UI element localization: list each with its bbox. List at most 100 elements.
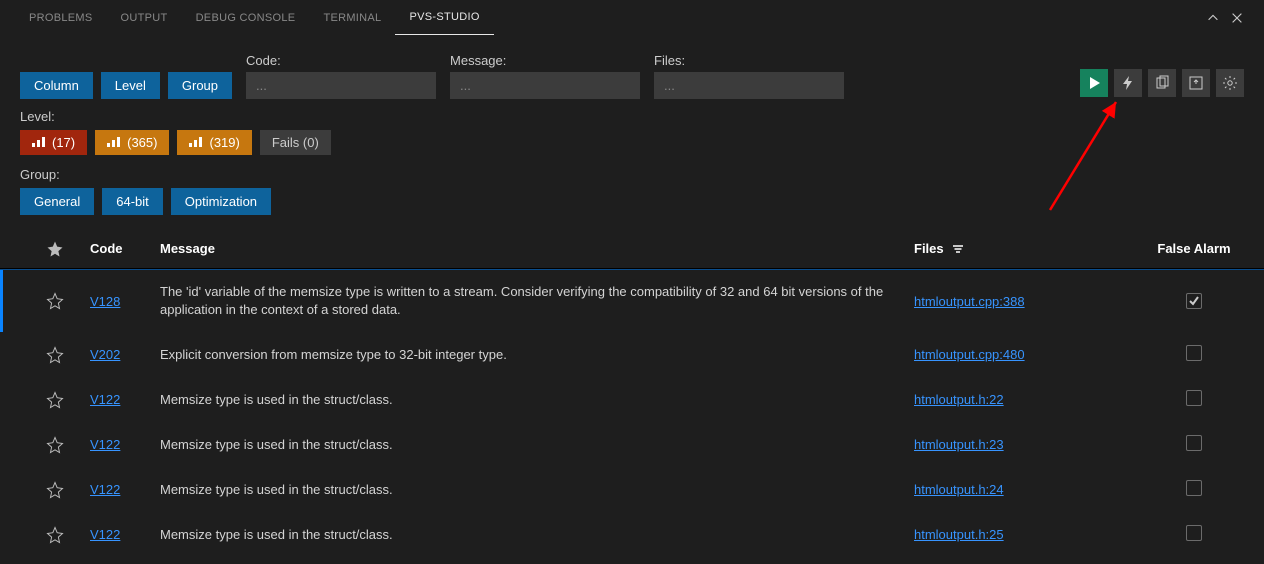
code-header[interactable]: Code	[90, 241, 160, 256]
file-link[interactable]: htmloutput.h:23	[914, 437, 1004, 452]
false-alarm-cell[interactable]	[1144, 435, 1244, 454]
false-alarm-cell[interactable]	[1144, 345, 1244, 364]
table-row[interactable]: V122 Memsize type is used in the struct/c…	[0, 512, 1264, 557]
table-row[interactable]: V128 The 'id' variable of the memsize typ…	[0, 270, 1264, 332]
files-input[interactable]	[654, 72, 844, 99]
fails-count: Fails (0)	[272, 135, 319, 150]
play-icon[interactable]	[1080, 69, 1108, 97]
false-alarm-cell[interactable]	[1144, 525, 1244, 544]
group-64bit-button[interactable]: 64-bit	[102, 188, 163, 215]
star-toggle[interactable]	[20, 481, 90, 499]
close-icon[interactable]	[1225, 6, 1249, 30]
copy-icon[interactable]	[1148, 69, 1176, 97]
file-cell: htmloutput.cpp:480	[914, 347, 1144, 362]
results-table: Code Message Files False Alarm V128 The '…	[0, 229, 1264, 564]
table-row[interactable]: V122 Memsize type is used in the struct/c…	[0, 377, 1264, 422]
star-toggle[interactable]	[20, 346, 90, 364]
file-cell: htmloutput.h:22	[914, 392, 1144, 407]
bars-icon	[32, 135, 46, 150]
tab-problems[interactable]: PROBLEMS	[15, 0, 107, 35]
star-toggle[interactable]	[20, 292, 90, 310]
level-1-chip[interactable]: (17)	[20, 130, 87, 155]
files-header[interactable]: Files	[914, 241, 1144, 256]
message-cell: The 'id' variable of the memsize type is…	[160, 283, 914, 319]
sort-desc-icon	[952, 244, 964, 254]
level-2-count: (365)	[127, 135, 157, 150]
message-input[interactable]	[450, 72, 640, 99]
filter-bar: Column Level Group Code: Message: Files:	[0, 35, 1264, 105]
chevron-up-icon[interactable]	[1201, 6, 1225, 30]
code-cell: V122	[90, 527, 160, 542]
group-section-label: Group:	[0, 163, 1264, 186]
code-link[interactable]: V122	[90, 437, 120, 452]
group-button[interactable]: Group	[168, 72, 232, 99]
level-2-chip[interactable]: (365)	[95, 130, 169, 155]
level-3-chip[interactable]: (319)	[177, 130, 251, 155]
file-cell: htmloutput.cpp:388	[914, 294, 1144, 309]
code-cell: V122	[90, 437, 160, 452]
file-link[interactable]: htmloutput.cpp:388	[914, 294, 1025, 309]
table-header: Code Message Files False Alarm	[0, 229, 1264, 269]
tab-debug-console[interactable]: DEBUG CONSOLE	[182, 0, 310, 35]
code-cell: V128	[90, 294, 160, 309]
bars-icon	[107, 135, 121, 150]
star-toggle[interactable]	[20, 526, 90, 544]
star-toggle[interactable]	[20, 436, 90, 454]
code-link[interactable]: V122	[90, 482, 120, 497]
gear-icon[interactable]	[1216, 69, 1244, 97]
table-row[interactable]: V202 Explicit conversion from memsize typ…	[0, 332, 1264, 377]
false-alarm-cell[interactable]	[1144, 480, 1244, 499]
false-alarm-header[interactable]: False Alarm	[1144, 241, 1244, 256]
message-cell: Memsize type is used in the struct/class…	[160, 436, 914, 454]
file-cell: htmloutput.h:24	[914, 482, 1144, 497]
file-link[interactable]: htmloutput.cpp:480	[914, 347, 1025, 362]
toolbar-icons	[1080, 69, 1244, 99]
code-field: Code:	[246, 53, 436, 99]
false-alarm-cell[interactable]	[1144, 293, 1244, 310]
file-cell: htmloutput.h:25	[914, 527, 1144, 542]
level-button[interactable]: Level	[101, 72, 160, 99]
code-link[interactable]: V202	[90, 347, 120, 362]
tab-output[interactable]: OUTPUT	[107, 0, 182, 35]
panel-tabs: PROBLEMS OUTPUT DEBUG CONSOLE TERMINAL P…	[0, 0, 1264, 35]
code-input[interactable]	[246, 72, 436, 99]
message-cell: Memsize type is used in the struct/class…	[160, 526, 914, 544]
star-toggle[interactable]	[20, 391, 90, 409]
file-link[interactable]: htmloutput.h:24	[914, 482, 1004, 497]
group-general-button[interactable]: General	[20, 188, 94, 215]
code-label: Code:	[246, 53, 436, 68]
lightning-icon[interactable]	[1114, 69, 1142, 97]
files-field: Files:	[654, 53, 844, 99]
code-cell: V202	[90, 347, 160, 362]
level-section-label: Level:	[0, 105, 1264, 128]
file-link[interactable]: htmloutput.h:22	[914, 392, 1004, 407]
table-row[interactable]: V122 Memsize type is used in the struct/c…	[0, 422, 1264, 467]
code-cell: V122	[90, 482, 160, 497]
star-header[interactable]	[20, 240, 90, 258]
export-icon[interactable]	[1182, 69, 1210, 97]
message-field: Message:	[450, 53, 640, 99]
message-header[interactable]: Message	[160, 241, 914, 256]
level-chips: (17) (365) (319) Fails (0)	[0, 128, 1264, 163]
column-button[interactable]: Column	[20, 72, 93, 99]
message-cell: Memsize type is used in the struct/class…	[160, 481, 914, 499]
message-cell: Memsize type is used in the struct/class…	[160, 391, 914, 409]
code-link[interactable]: V122	[90, 392, 120, 407]
level-1-count: (17)	[52, 135, 75, 150]
file-link[interactable]: htmloutput.h:25	[914, 527, 1004, 542]
file-cell: htmloutput.h:23	[914, 437, 1144, 452]
table-body[interactable]: V128 The 'id' variable of the memsize typ…	[0, 269, 1264, 564]
code-link[interactable]: V122	[90, 527, 120, 542]
false-alarm-cell[interactable]	[1144, 390, 1244, 409]
code-link[interactable]: V128	[90, 294, 120, 309]
message-label: Message:	[450, 53, 640, 68]
tab-pvs-studio[interactable]: PVS-STUDIO	[395, 0, 493, 35]
group-chips: General 64-bit Optimization	[0, 186, 1264, 223]
bars-icon	[189, 135, 203, 150]
tab-terminal[interactable]: TERMINAL	[309, 0, 395, 35]
level-3-count: (319)	[209, 135, 239, 150]
table-row[interactable]: V122 Memsize type is used in the struct/c…	[0, 467, 1264, 512]
group-optimization-button[interactable]: Optimization	[171, 188, 271, 215]
fails-chip[interactable]: Fails (0)	[260, 130, 331, 155]
message-cell: Explicit conversion from memsize type to…	[160, 346, 914, 364]
